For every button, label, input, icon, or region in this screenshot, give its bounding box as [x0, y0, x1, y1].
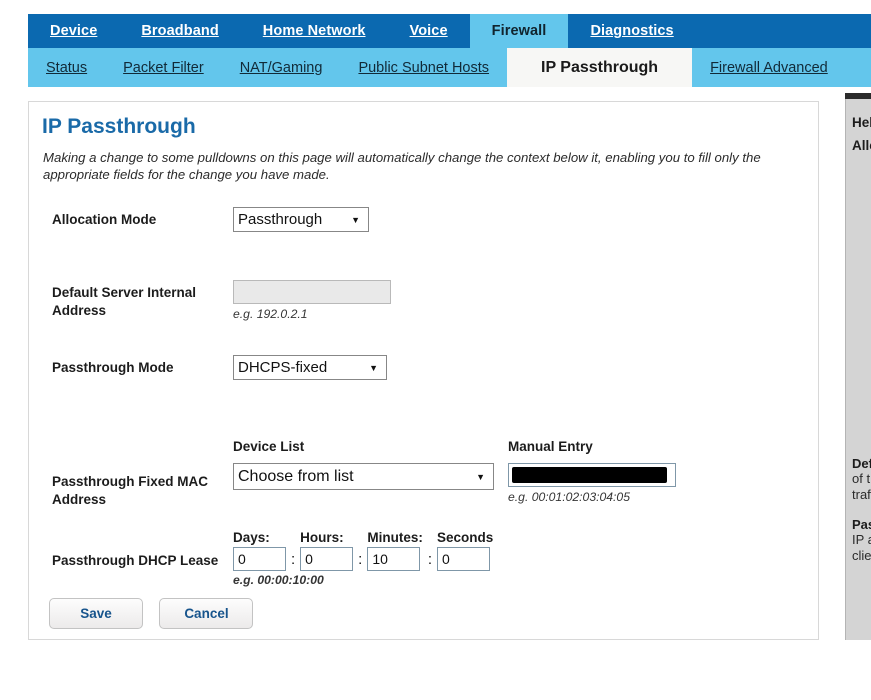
days-input[interactable] [233, 547, 286, 571]
row-fixed-mac-address: Passthrough Fixed MAC Address Device Lis… [29, 421, 818, 528]
allocation-mode-label: Allocation Mode [52, 211, 247, 229]
primary-navigation: Device Broadband Home Network Voice Fire… [28, 14, 871, 48]
seconds-label: Seconds [437, 530, 493, 545]
dhcp-lease-hint: e.g. 00:00:10:00 [233, 573, 493, 587]
hours-label: Hours: [300, 530, 353, 545]
allocation-mode-select[interactable]: Passthrough [233, 207, 369, 232]
device-list-header: Device List [233, 439, 494, 454]
nav-item-firewall[interactable]: Firewall [470, 14, 569, 48]
help-body-line: IP a [852, 532, 871, 548]
default-server-address-hint: e.g. 192.0.2.1 [233, 307, 391, 321]
help-body-line: traff [852, 487, 871, 503]
content-panel: IP Passthrough Making a change to some p… [28, 101, 819, 640]
fixed-mac-address-label: Passthrough Fixed MAC Address [52, 473, 247, 508]
nav-item-broadband[interactable]: Broadband [119, 14, 240, 48]
hours-input[interactable] [300, 547, 353, 571]
default-server-address-input[interactable] [233, 280, 391, 304]
help-term: Pas [852, 517, 871, 532]
device-list-select[interactable]: Choose from list [233, 463, 494, 490]
nav-item-device[interactable]: Device [28, 14, 119, 48]
subnav-item-nat-gaming[interactable]: NAT/Gaming [222, 48, 341, 87]
days-label: Days: [233, 530, 286, 545]
manual-entry-hint: e.g. 00:01:02:03:04:05 [508, 490, 676, 504]
dhcp-lease-seconds: Seconds [437, 530, 493, 571]
dhcp-lease-hours: Hours: [300, 530, 353, 571]
help-body-line: of th [852, 471, 871, 487]
subnav-item-packet-filter[interactable]: Packet Filter [105, 48, 222, 87]
form-action-buttons: Save Cancel [49, 598, 265, 629]
minutes-label: Minutes: [367, 530, 423, 545]
help-panel-title: Hel [852, 115, 871, 130]
subnav-item-status[interactable]: Status [28, 48, 105, 87]
passthrough-mode-select-wrap: DHCPS-fixed ▼ [233, 355, 387, 380]
help-body-line: clie [852, 548, 871, 564]
nav-item-home-network[interactable]: Home Network [241, 14, 388, 48]
help-term: Def [852, 456, 871, 471]
default-server-address-label: Default Server Internal Address [52, 284, 247, 319]
dhcp-lease-days: Days: [233, 530, 286, 571]
save-button[interactable]: Save [49, 598, 143, 629]
time-separator: : [428, 551, 432, 571]
help-panel-spacer [852, 161, 871, 456]
passthrough-mode-label: Passthrough Mode [52, 359, 247, 377]
device-list-select-wrap: Choose from list ▼ [233, 463, 494, 490]
time-separator: : [291, 551, 295, 571]
row-allocation-mode: Allocation Mode Passthrough ▼ [29, 197, 818, 272]
help-block-passthrough: Pas IP a clie [852, 517, 871, 564]
subnav-item-ip-passthrough[interactable]: IP Passthrough [507, 48, 692, 87]
seconds-input[interactable] [437, 547, 490, 571]
manual-entry-header: Manual Entry [508, 439, 676, 454]
secondary-navigation: Status Packet Filter NAT/Gaming Public S… [28, 48, 871, 87]
dhcp-lease-time-group: Days: : Hours: : Minutes: : S [233, 530, 493, 571]
redaction-overlay [512, 467, 667, 483]
dhcp-lease-minutes: Minutes: [367, 530, 423, 571]
passthrough-mode-select[interactable]: DHCPS-fixed [233, 355, 387, 380]
help-block-default-server: Def of th traff [852, 456, 871, 503]
minutes-input[interactable] [367, 547, 420, 571]
nav-item-voice[interactable]: Voice [388, 14, 470, 48]
ip-passthrough-form: Allocation Mode Passthrough ▼ Default Se… [29, 197, 818, 590]
subnav-item-public-subnet-hosts[interactable]: Public Subnet Hosts [340, 48, 507, 87]
help-panel: Hel Allo Def of th traff Pas IP a clie [845, 99, 871, 640]
time-separator: : [358, 551, 362, 571]
subnav-item-firewall-advanced[interactable]: Firewall Advanced [692, 48, 846, 87]
help-panel-subtitle: Allo [852, 138, 871, 153]
row-dhcp-lease: Passthrough DHCP Lease Days: : Hours: : … [29, 528, 818, 590]
row-passthrough-mode: Passthrough Mode DHCPS-fixed ▼ [29, 345, 818, 421]
page-title: IP Passthrough [42, 115, 196, 139]
nav-item-diagnostics[interactable]: Diagnostics [568, 14, 695, 48]
row-default-server-address: Default Server Internal Address e.g. 192… [29, 272, 818, 345]
dhcp-lease-label: Passthrough DHCP Lease [52, 552, 247, 570]
cancel-button[interactable]: Cancel [159, 598, 253, 629]
allocation-mode-select-wrap: Passthrough ▼ [233, 207, 369, 232]
page-intro-text: Making a change to some pulldowns on thi… [43, 149, 806, 183]
